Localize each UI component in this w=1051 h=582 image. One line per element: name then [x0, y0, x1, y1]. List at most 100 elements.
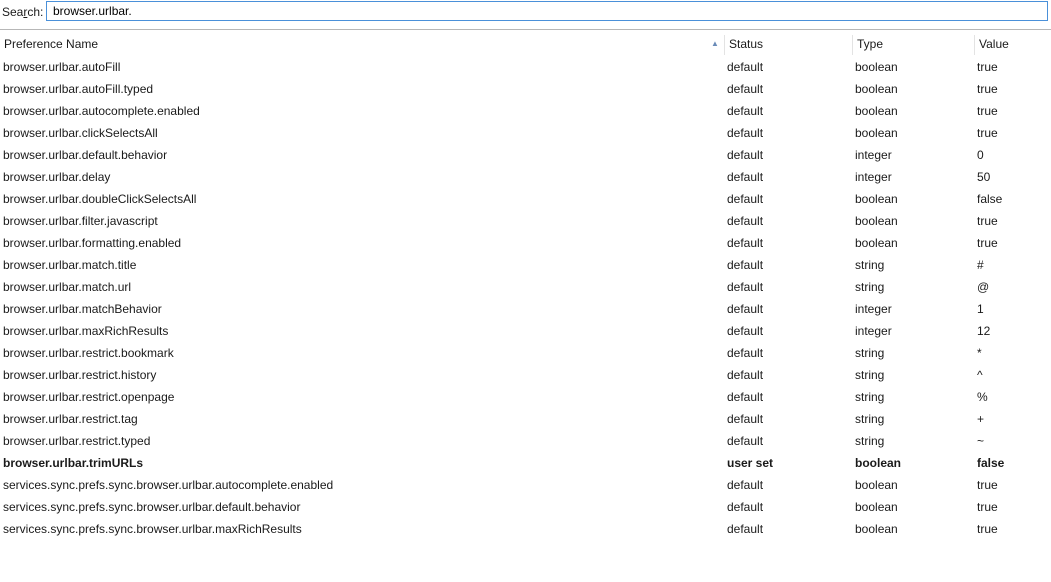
table-row[interactable]: browser.urlbar.restrict.history default st… — [0, 364, 1051, 386]
preference-name-cell: browser.urlbar.match.title — [3, 258, 137, 272]
table-row[interactable]: browser.urlbar.autoFill.typed default bool… — [0, 78, 1051, 100]
table-row[interactable]: browser.urlbar.formatting.enabled default… — [0, 232, 1051, 254]
status-cell: default — [727, 82, 764, 96]
type-cell: boolean — [855, 522, 898, 536]
preference-name-cell: browser.urlbar.delay — [3, 170, 111, 184]
search-label: Search: — [2, 5, 44, 19]
status-cell: default — [727, 214, 764, 228]
table-row[interactable]: browser.urlbar.matchBehavior default integ… — [0, 298, 1051, 320]
type-cell: integer — [855, 148, 892, 162]
value-cell: true — [977, 478, 998, 492]
sort-ascending-icon: ▲ — [711, 39, 719, 48]
preference-name-cell: browser.urlbar.formatting.enabled — [3, 236, 182, 250]
preference-name-cell: browser.urlbar.autocomplete.enabled — [3, 104, 200, 118]
table-row[interactable]: browser.urlbar.default.behavior default in… — [0, 144, 1051, 166]
preference-name-cell: services.sync.prefs.sync.browser.urlbar.… — [3, 522, 302, 536]
column-separator[interactable] — [974, 35, 975, 55]
table-row[interactable]: browser.urlbar.filter.javascript default b… — [0, 210, 1051, 232]
type-cell: boolean — [855, 192, 898, 206]
table-row[interactable]: browser.urlbar.delay default integer 50 — [0, 166, 1051, 188]
type-cell: string — [855, 434, 885, 448]
value-cell: @ — [977, 280, 990, 294]
preference-name-cell: services.sync.prefs.sync.browser.urlbar.… — [3, 500, 301, 514]
table-row[interactable]: services.sync.prefs.sync.browser.urlbar.… — [0, 518, 1051, 540]
preference-name-cell: browser.urlbar.maxRichResults — [3, 324, 169, 338]
value-cell: ^ — [977, 368, 983, 382]
preference-name-cell: browser.urlbar.matchBehavior — [3, 302, 162, 316]
value-cell: false — [977, 456, 1005, 470]
type-cell: string — [855, 412, 885, 426]
value-cell: ~ — [977, 434, 985, 448]
search-input[interactable] — [46, 1, 1048, 21]
table-row[interactable]: browser.urlbar.restrict.bookmark default s… — [0, 342, 1051, 364]
value-cell: true — [977, 104, 998, 118]
preference-name-cell: browser.urlbar.autoFill — [3, 60, 121, 74]
value-cell: false — [977, 192, 1003, 206]
table-row[interactable]: browser.urlbar.match.url default string @ — [0, 276, 1051, 298]
column-header-type[interactable]: Type — [857, 33, 883, 55]
type-cell: boolean — [855, 126, 898, 140]
preference-name-cell: browser.urlbar.doubleClickSelectsAll — [3, 192, 197, 206]
table-row[interactable]: browser.urlbar.autocomplete.enabled defau… — [0, 100, 1051, 122]
status-cell: default — [727, 170, 764, 184]
preference-name-cell: services.sync.prefs.sync.browser.urlbar.… — [3, 478, 334, 492]
value-cell: true — [977, 82, 998, 96]
type-cell: boolean — [855, 214, 898, 228]
status-cell: default — [727, 236, 764, 250]
type-cell: string — [855, 346, 885, 360]
status-cell: default — [727, 258, 764, 272]
status-cell: default — [727, 522, 764, 536]
status-cell: default — [727, 60, 764, 74]
status-cell: default — [727, 302, 764, 316]
table-row[interactable]: browser.urlbar.restrict.tag default string… — [0, 408, 1051, 430]
table-row[interactable]: browser.urlbar.clickSelectsAll default boo… — [0, 122, 1051, 144]
type-cell: string — [855, 280, 885, 294]
preference-name-cell: browser.urlbar.match.url — [3, 280, 132, 294]
value-cell: * — [977, 346, 982, 360]
value-cell: 50 — [977, 170, 991, 184]
value-cell: true — [977, 236, 998, 250]
type-cell: boolean — [855, 60, 898, 74]
divider — [0, 29, 1051, 30]
value-cell: true — [977, 60, 998, 74]
status-cell: default — [727, 478, 764, 492]
column-header-preference-name[interactable]: Preference Name — [4, 33, 98, 55]
value-cell: + — [977, 412, 985, 426]
column-separator[interactable] — [852, 35, 853, 55]
table-row[interactable]: browser.urlbar.restrict.openpage default s… — [0, 386, 1051, 408]
value-cell: true — [977, 126, 998, 140]
preference-name-cell: browser.urlbar.restrict.typed — [3, 434, 151, 448]
preference-name-cell: browser.urlbar.trimURLs — [3, 456, 144, 470]
value-cell: 1 — [977, 302, 984, 316]
value-cell: true — [977, 522, 998, 536]
type-cell: string — [855, 258, 885, 272]
table-row[interactable]: services.sync.prefs.sync.browser.urlbar.… — [0, 496, 1051, 518]
status-cell: default — [727, 500, 764, 514]
table-row[interactable]: browser.urlbar.maxRichResults default inte… — [0, 320, 1051, 342]
type-cell: integer — [855, 302, 892, 316]
status-cell: default — [727, 390, 764, 404]
type-cell: integer — [855, 324, 892, 338]
status-cell: default — [727, 412, 764, 426]
table-row[interactable]: browser.urlbar.restrict.typed default stri… — [0, 430, 1051, 452]
table-row[interactable]: browser.urlbar.doubleClickSelectsAll defa… — [0, 188, 1051, 210]
type-cell: string — [855, 390, 885, 404]
status-cell: default — [727, 434, 764, 448]
preference-name-cell: browser.urlbar.filter.javascript — [3, 214, 158, 228]
type-cell: boolean — [855, 456, 902, 470]
table-row[interactable]: browser.urlbar.match.title default string # — [0, 254, 1051, 276]
preference-name-cell: browser.urlbar.restrict.history — [3, 368, 157, 382]
type-cell: boolean — [855, 500, 898, 514]
column-header-value[interactable]: Value — [979, 33, 1009, 55]
type-cell: string — [855, 368, 885, 382]
type-cell: boolean — [855, 104, 898, 118]
table-row[interactable]: browser.urlbar.trimURLs user set boolean fa… — [0, 452, 1051, 474]
table-row[interactable]: services.sync.prefs.sync.browser.urlbar.… — [0, 474, 1051, 496]
status-cell: user set — [727, 456, 774, 470]
preference-name-cell: browser.urlbar.restrict.tag — [3, 412, 138, 426]
preference-name-cell: browser.urlbar.autoFill.typed — [3, 82, 154, 96]
column-header-row: Preference Name ▲ Status Type Value — [0, 33, 1051, 55]
column-separator[interactable] — [724, 35, 725, 55]
column-header-status[interactable]: Status — [729, 33, 763, 55]
table-row[interactable]: browser.urlbar.autoFill default boolean tru… — [0, 56, 1051, 78]
